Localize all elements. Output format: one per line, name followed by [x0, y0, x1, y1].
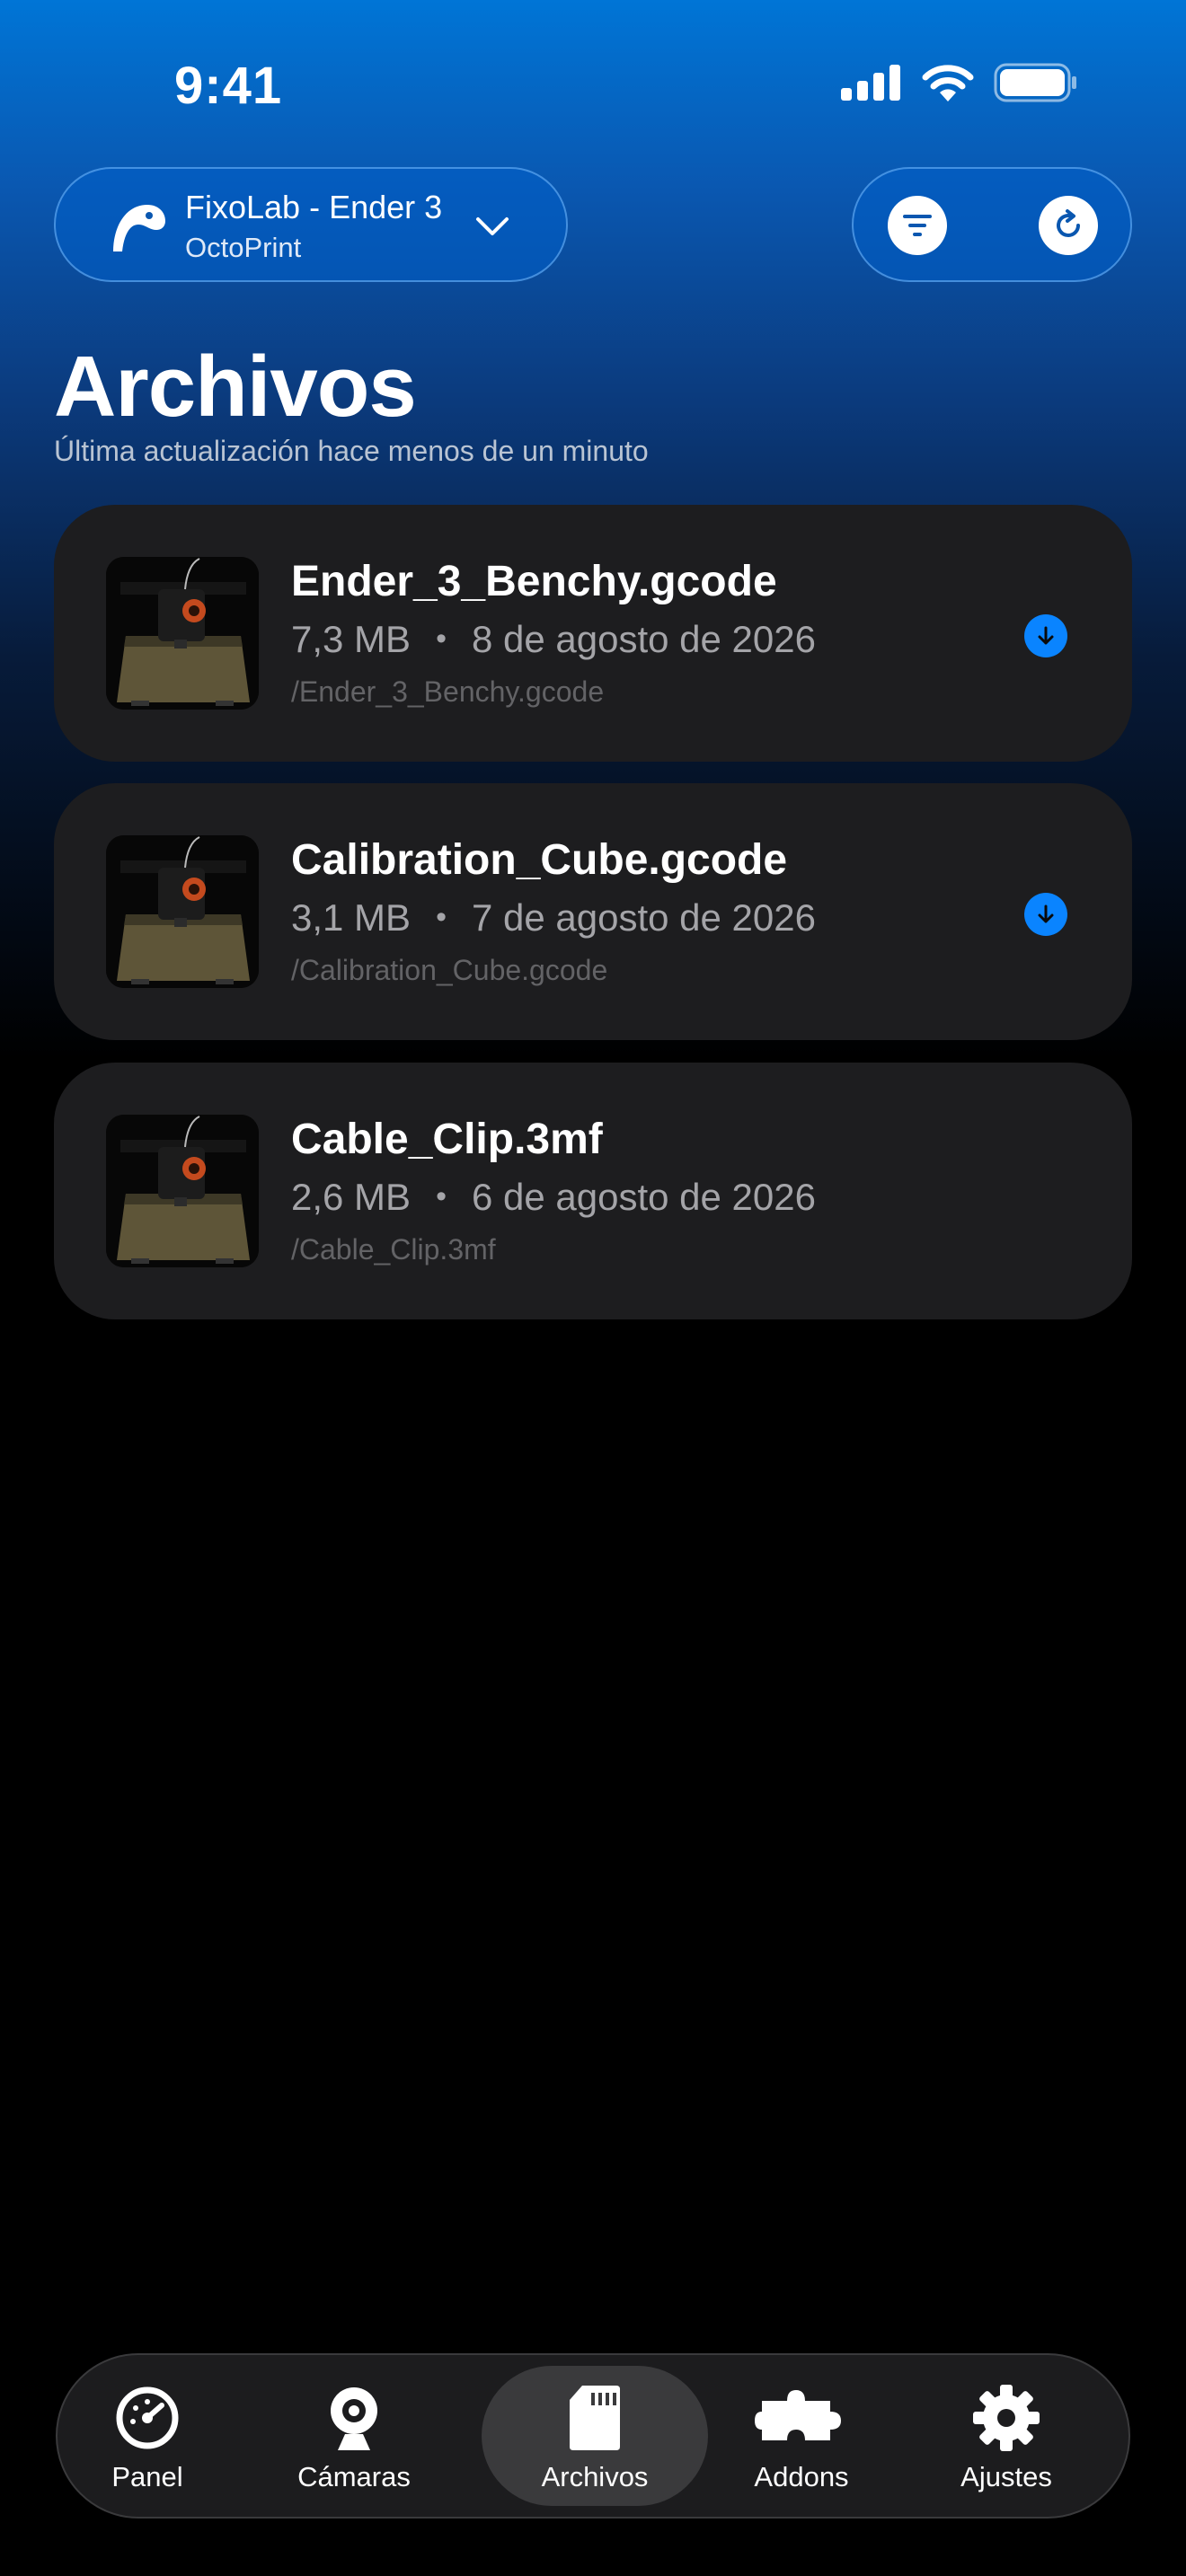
meta-separator: • [436, 900, 447, 934]
tab-bar: Panel Cámaras Archivos Addons Ajustes [56, 2353, 1130, 2519]
puzzle-icon [755, 2390, 841, 2440]
file-date: 8 de agosto de 2026 [471, 618, 816, 660]
file-path: /Calibration_Cube.gcode [291, 954, 608, 986]
file-size: 2,6 MB [291, 1176, 412, 1218]
refresh-icon [1057, 209, 1080, 237]
file-name: Cable_Clip.3mf [291, 1116, 603, 1163]
signal-icon [841, 65, 900, 101]
tab-label: Archivos [541, 2461, 649, 2492]
status-time: 9:41 [174, 57, 283, 115]
printer-name: FixoLab - Ender 3 [185, 189, 443, 225]
download-button[interactable] [1024, 893, 1067, 936]
download-arrow-icon [1038, 904, 1054, 923]
download-button[interactable] [1024, 614, 1067, 657]
file-card[interactable]: Ender_3_Benchy.gcode 7,3 MB • 8 de agosto … [54, 505, 1132, 762]
chevron-down-icon [476, 217, 509, 235]
file-path: /Cable_Clip.3mf [291, 1233, 496, 1266]
file-meta: 3,1 MB • 7 de agosto de 2026 [291, 896, 816, 940]
printer-selector[interactable]: FixoLab - Ender 3 OctoPrint [54, 167, 568, 282]
file-thumbnail [106, 557, 259, 710]
battery-icon [994, 63, 1076, 102]
file-meta: 2,6 MB • 6 de agosto de 2026 [291, 1176, 816, 1219]
tab-camaras[interactable]: Cámaras [264, 2355, 444, 2517]
refresh-button[interactable] [1039, 196, 1098, 255]
file-size: 3,1 MB [291, 896, 412, 939]
tab-label: Addons [754, 2461, 849, 2492]
sd-card-icon [570, 2386, 620, 2450]
file-meta: 7,3 MB • 8 de agosto de 2026 [291, 618, 816, 661]
file-date: 7 de agosto de 2026 [471, 896, 816, 939]
filter-icon [903, 215, 932, 236]
page-title: Archivos [54, 339, 417, 435]
wifi-icon [922, 65, 974, 101]
file-thumbnail [106, 1115, 259, 1267]
filter-button[interactable] [888, 196, 947, 255]
tab-addons[interactable]: Addons [712, 2355, 891, 2517]
tab-ajustes[interactable]: Ajustes [916, 2355, 1096, 2517]
tab-label: Panel [111, 2461, 183, 2492]
gauge-icon [116, 2386, 179, 2449]
meta-separator: • [436, 622, 447, 656]
file-date: 6 de agosto de 2026 [471, 1176, 816, 1218]
octoprint-logo-icon [113, 205, 165, 251]
printer-software: OctoPrint [185, 232, 302, 263]
download-arrow-icon [1038, 626, 1054, 645]
file-card[interactable]: Calibration_Cube.gcode 3,1 MB • 7 de agost… [54, 783, 1132, 1040]
status-icons [841, 63, 1078, 102]
file-name: Calibration_Cube.gcode [291, 836, 788, 884]
last-updated-label: Última actualización hace menos de un mi… [54, 435, 649, 467]
file-size: 7,3 MB [291, 618, 412, 660]
file-thumbnail [106, 835, 259, 988]
header-actions [852, 167, 1132, 282]
gear-icon [973, 2385, 1040, 2451]
file-card[interactable]: Cable_Clip.3mf 2,6 MB • 6 de agosto de 202… [54, 1063, 1132, 1319]
tab-archivos[interactable]: Archivos [505, 2355, 685, 2517]
meta-separator: • [436, 1179, 447, 1213]
file-name: Ender_3_Benchy.gcode [291, 558, 777, 605]
file-path: /Ender_3_Benchy.gcode [291, 675, 605, 708]
tab-label: Cámaras [297, 2461, 411, 2492]
webcam-icon [331, 2387, 377, 2450]
tab-panel[interactable]: Panel [58, 2355, 237, 2517]
tab-label: Ajustes [960, 2461, 1052, 2492]
